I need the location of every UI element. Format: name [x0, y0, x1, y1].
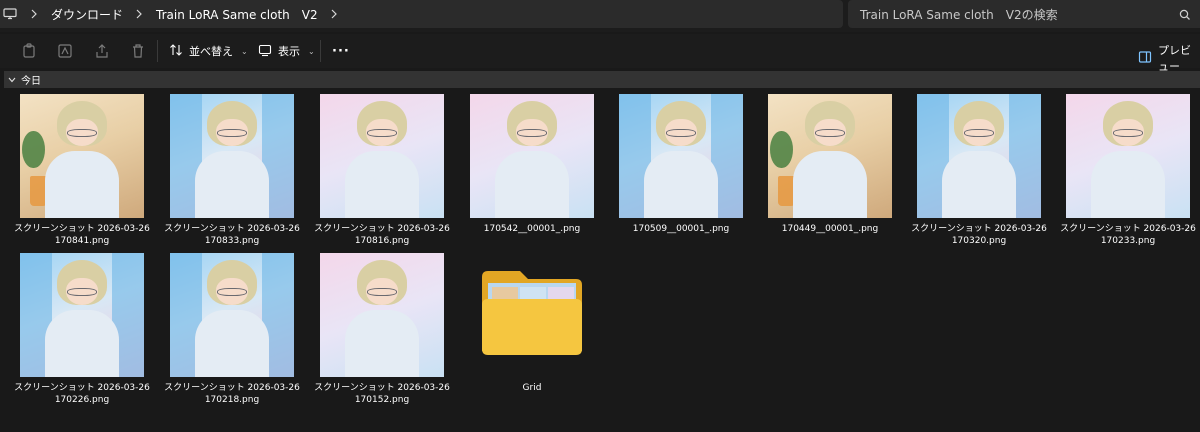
file-name: スクリーンショット 2026-03-26 170218.png — [162, 382, 302, 406]
file-name-line: 170833.png — [204, 236, 260, 246]
file-name-line: Grid — [522, 383, 542, 393]
file-item[interactable]: スクリーンショット 2026-03-26 170226.png — [12, 253, 152, 406]
file-item[interactable]: スクリーンショット 2026-03-26 170218.png — [162, 253, 302, 406]
chevron-down-icon[interactable] — [8, 77, 18, 83]
file-name-line: スクリーンショット 2026-03-26 — [314, 224, 450, 234]
file-name-line: 170449__00001_.png — [781, 224, 879, 234]
image-thumbnail — [768, 94, 892, 218]
breadcrumb-current-folder[interactable]: Train LoRA Same cloth V2 — [156, 6, 318, 23]
chevron-right-icon[interactable] — [31, 9, 39, 19]
image-thumbnail — [917, 94, 1041, 218]
file-name-line: スクリーンショット 2026-03-26 — [14, 383, 150, 393]
sort-icon — [169, 43, 183, 60]
preview-pane-button[interactable]: プレビュー — [1138, 42, 1200, 74]
sort-label: 並べ替え — [189, 45, 233, 58]
image-thumbnail — [619, 94, 743, 218]
file-name-line: スクリーンショット 2026-03-26 — [1060, 224, 1196, 234]
file-name-line: スクリーンショット 2026-03-26 — [314, 383, 450, 393]
file-name-line: 170320.png — [951, 236, 1007, 246]
file-name-line: 170509__00001_.png — [632, 224, 730, 234]
search-icon[interactable] — [1178, 7, 1192, 21]
file-name-line: スクリーンショット 2026-03-26 — [164, 224, 300, 234]
file-name-line: 170816.png — [354, 236, 410, 246]
preview-label: プレビュー — [1158, 44, 1191, 73]
share-icon[interactable] — [94, 43, 110, 59]
file-item[interactable]: 170509__00001_.png — [611, 94, 751, 235]
image-thumbnail — [20, 253, 144, 377]
computer-icon[interactable] — [3, 8, 18, 20]
delete-icon[interactable] — [130, 43, 146, 59]
file-name-line: 170841.png — [54, 236, 110, 246]
file-item[interactable]: スクリーンショット 2026-03-26 170816.png — [312, 94, 452, 247]
file-name-line: 170152.png — [354, 395, 410, 405]
image-thumbnail — [1066, 94, 1190, 218]
more-options-button[interactable]: ··· — [332, 44, 350, 59]
folder-item[interactable]: Grid — [462, 253, 602, 394]
command-bar: 並べ替え ⌄ 表示 ⌄ ··· プレビュー — [0, 34, 1200, 73]
image-thumbnail — [320, 253, 444, 377]
image-thumbnail — [320, 94, 444, 218]
file-name-line: 170218.png — [204, 395, 260, 405]
toolbar-divider — [320, 40, 321, 62]
view-icon — [258, 43, 272, 60]
file-name: 170509__00001_.png — [611, 223, 751, 235]
file-name: スクリーンショット 2026-03-26 170233.png — [1058, 223, 1198, 247]
toolbar-divider — [157, 40, 158, 62]
file-name-line: スクリーンショット 2026-03-26 — [911, 224, 1047, 234]
file-name: スクリーンショット 2026-03-26 170833.png — [162, 223, 302, 247]
image-thumbnail — [170, 94, 294, 218]
file-name: 170542__00001_.png — [462, 223, 602, 235]
file-name-line: 170233.png — [1100, 236, 1156, 246]
breadcrumb-downloads[interactable]: ダウンロード — [51, 6, 123, 23]
file-name: スクリーンショット 2026-03-26 170816.png — [312, 223, 452, 247]
file-name-line: スクリーンショット 2026-03-26 — [164, 383, 300, 393]
address-row: ダウンロード Train LoRA Same cloth V2 Train Lo… — [0, 0, 1200, 32]
view-button[interactable]: 表示 ⌄ — [258, 41, 315, 61]
file-name: スクリーンショット 2026-03-26 170226.png — [12, 382, 152, 406]
file-name: スクリーンショット 2026-03-26 170152.png — [312, 382, 452, 406]
view-label: 表示 — [278, 45, 300, 58]
group-header-today[interactable]: 今日 — [4, 71, 1200, 88]
search-input[interactable]: Train LoRA Same cloth V2の検索 — [860, 6, 1178, 23]
file-name-line: スクリーンショット 2026-03-26 — [14, 224, 150, 234]
folder-icon — [470, 253, 594, 377]
rename-icon[interactable] — [57, 43, 73, 59]
address-bar[interactable]: ダウンロード Train LoRA Same cloth V2 — [0, 0, 843, 28]
file-name-line: 170226.png — [54, 395, 110, 405]
chevron-right-icon[interactable] — [331, 9, 339, 19]
file-item[interactable]: スクリーンショット 2026-03-26 170233.png — [1058, 94, 1198, 247]
file-name-line: 170542__00001_.png — [483, 224, 581, 234]
cut-icon[interactable] — [21, 43, 37, 59]
image-thumbnail — [470, 94, 594, 218]
search-box[interactable]: Train LoRA Same cloth V2の検索 — [848, 0, 1200, 28]
preview-pane-icon — [1138, 50, 1152, 67]
chevron-down-icon: ⌄ — [241, 46, 248, 56]
file-item[interactable]: スクリーンショット 2026-03-26 170841.png — [12, 94, 152, 247]
file-item[interactable]: スクリーンショット 2026-03-26 170320.png — [909, 94, 1049, 247]
chevron-down-icon: ⌄ — [308, 46, 315, 56]
file-item[interactable]: スクリーンショット 2026-03-26 170833.png — [162, 94, 302, 247]
file-name: スクリーンショット 2026-03-26 170841.png — [12, 223, 152, 247]
file-item[interactable]: 170542__00001_.png — [462, 94, 602, 235]
file-name: Grid — [462, 382, 602, 394]
file-name: 170449__00001_.png — [760, 223, 900, 235]
file-name: スクリーンショット 2026-03-26 170320.png — [909, 223, 1049, 247]
file-item[interactable]: 170449__00001_.png — [760, 94, 900, 235]
image-thumbnail — [20, 94, 144, 218]
file-item[interactable]: スクリーンショット 2026-03-26 170152.png — [312, 253, 452, 406]
sort-button[interactable]: 並べ替え ⌄ — [169, 41, 248, 61]
group-label: 今日 — [21, 76, 41, 87]
chevron-right-icon[interactable] — [136, 9, 144, 19]
image-thumbnail — [170, 253, 294, 377]
